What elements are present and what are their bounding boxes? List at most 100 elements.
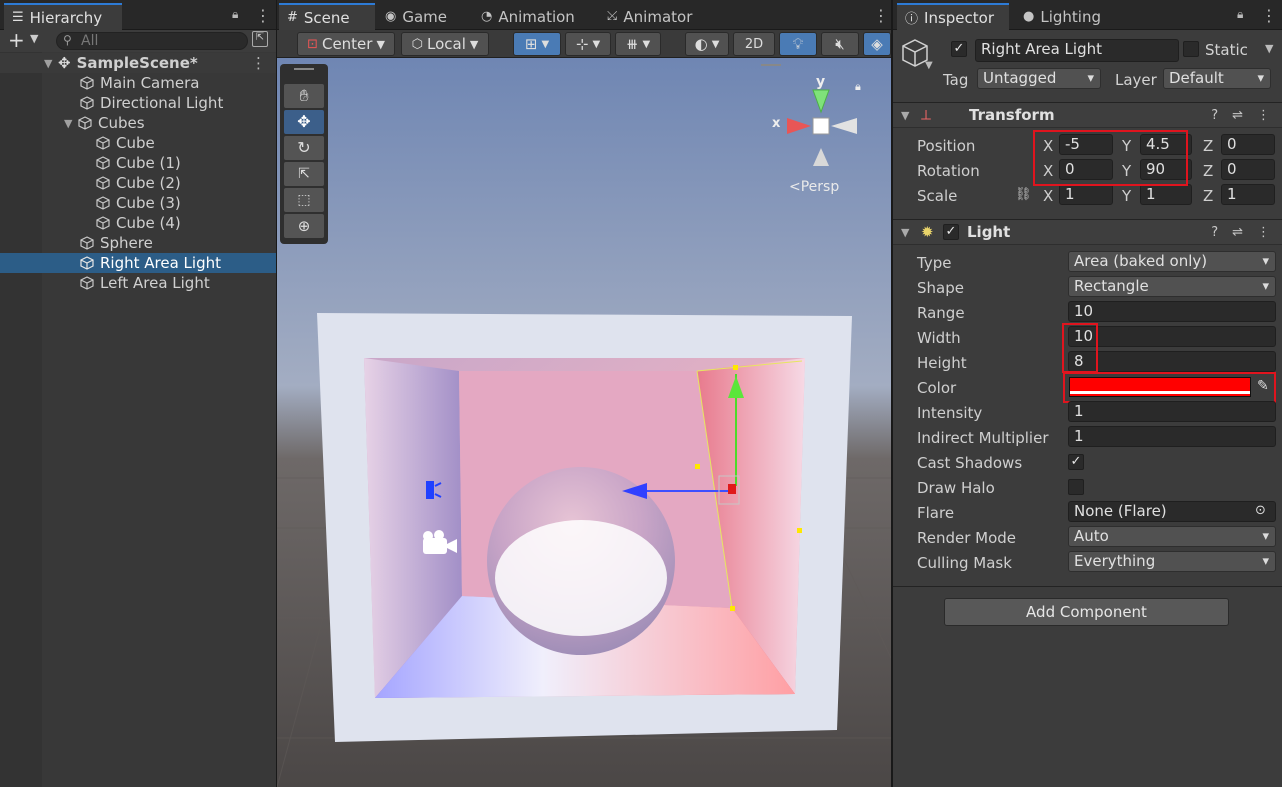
hierarchy-item-cube[interactable]: Cube (0, 133, 276, 153)
active-checkbox[interactable]: ✓ (951, 41, 967, 57)
scale-z-field[interactable]: 1 (1221, 184, 1275, 205)
hierarchy-item-cube-3[interactable]: Cube (3) (0, 193, 276, 213)
hierarchy-search-input[interactable]: ⚲ All (56, 32, 248, 50)
fold-arrow-icon[interactable]: ▼ (901, 109, 909, 122)
fold-arrow-icon[interactable]: ▼ (901, 226, 909, 239)
grid-visibility-button[interactable]: ⧻ ▼ (615, 32, 661, 56)
position-z-field[interactable]: 0 (1221, 134, 1275, 155)
object-picker-icon[interactable]: ⊙ (1255, 503, 1266, 518)
drag-handle[interactable] (294, 68, 314, 70)
mode-2d-button[interactable]: 2D (733, 32, 775, 56)
chevron-down-icon[interactable]: ▼ (30, 32, 38, 45)
rect-tool-button[interactable]: ⬚ (284, 188, 324, 212)
tab-inspector-label: Inspector (924, 8, 994, 27)
light-header[interactable]: ▼ ✹ ✓ Light ? ⇌ ⋮ (893, 219, 1282, 245)
projection-toggle[interactable]: <Persp (789, 179, 839, 195)
layer-dropdown[interactable]: Default (1163, 68, 1271, 89)
gizmo-drag-handle[interactable] (761, 64, 781, 66)
static-label: Static (1205, 41, 1248, 59)
icon-dropdown-arrow[interactable]: ▼ (925, 60, 933, 71)
scale-x-field[interactable]: 1 (1059, 184, 1113, 205)
axis-z-label: Z (1203, 187, 1214, 205)
tab-lighting[interactable]: ● Lighting (1015, 3, 1109, 30)
more-options-icon[interactable]: ⋮ (1261, 6, 1277, 25)
hierarchy-item-cubes[interactable]: ▼ Cubes (0, 113, 276, 133)
preset-icon[interactable]: ⇌ (1232, 108, 1243, 123)
culling-mask-dropdown[interactable]: Everything (1068, 551, 1276, 572)
lighting-toggle[interactable]: 💡︎ (779, 32, 817, 56)
hand-tool-button[interactable]: ✋︎ (284, 84, 324, 108)
lock-icon[interactable]: 🔒︎ (232, 7, 238, 22)
rotation-z-field[interactable]: 0 (1221, 159, 1275, 180)
component-more-icon[interactable]: ⋮ (1257, 108, 1270, 123)
hierarchy-item-directional-light[interactable]: Directional Light (0, 93, 276, 113)
lock-icon[interactable]: 🔒︎ (1237, 7, 1243, 22)
hierarchy-item-cube-2[interactable]: Cube (2) (0, 173, 276, 193)
move-tool-button[interactable]: ✥ (284, 110, 324, 134)
tab-hierarchy[interactable]: ☰ Hierarchy (4, 3, 122, 30)
add-icon[interactable]: + (8, 30, 25, 50)
static-dropdown-icon[interactable]: ▼ (1265, 42, 1273, 55)
object-name-input[interactable]: Right Area Light (975, 39, 1179, 62)
hierarchy-item-right-area-light[interactable]: Right Area Light (0, 253, 276, 273)
hierarchy-item-main-camera[interactable]: Main Camera (0, 73, 276, 93)
expand-arrow-icon[interactable]: ▼ (44, 57, 58, 70)
hierarchy-item-sphere[interactable]: Sphere (0, 233, 276, 253)
scene-viewport[interactable]: ✋︎ ✥ ↻ ⇱ ⬚ ⊕ 🔒︎ y x <Persp (277, 58, 891, 787)
scale-y-field[interactable]: 1 (1140, 184, 1192, 205)
static-checkbox[interactable] (1183, 41, 1199, 57)
gizmo-lock-icon[interactable]: 🔒︎ (855, 80, 861, 94)
hierarchy-item-cube-1[interactable]: Cube (1) (0, 153, 276, 173)
indirect-multiplier-field[interactable]: 1 (1068, 426, 1276, 447)
component-more-icon[interactable]: ⋮ (1257, 225, 1270, 240)
expand-arrow-icon[interactable]: ▼ (64, 117, 78, 130)
help-icon[interactable]: ? (1211, 225, 1218, 240)
cast-shadows-checkbox[interactable]: ✓ (1068, 454, 1084, 470)
more-options-icon[interactable]: ⋮ (255, 6, 271, 25)
scene-row[interactable]: ▼ ✥ SampleScene* ⋮ (0, 53, 276, 73)
preset-icon[interactable]: ⇌ (1232, 225, 1243, 240)
ruler-icon: ⧻ (625, 35, 639, 53)
type-dropdown[interactable]: Area (baked only) (1068, 251, 1276, 272)
grid-snap-icon: ⊞ (524, 35, 538, 53)
unity-scene-icon: ✥ (58, 54, 71, 72)
draw-halo-checkbox[interactable] (1068, 479, 1084, 495)
grid-snap-button[interactable]: ⊞ ▼ (513, 32, 561, 56)
increment-snap-button[interactable]: ⊹ ▼ (565, 32, 611, 56)
constrain-proportions-icon[interactable]: ⛓︎ (1015, 187, 1032, 202)
draw-mode-button[interactable]: ◐ ▼ (685, 32, 729, 56)
scene-search-icon[interactable]: ⇱ (252, 31, 268, 47)
pivot-dropdown[interactable]: ⊡ Center ▼ (297, 32, 395, 56)
tab-animation[interactable]: ◔ Animation (473, 3, 583, 30)
scale-tool-button[interactable]: ⇱ (284, 162, 324, 186)
space-dropdown[interactable]: ⬡ Local ▼ (401, 32, 489, 56)
scene-more-icon[interactable]: ⋮ (251, 54, 266, 72)
tab-scene[interactable]: # Scene (279, 3, 375, 30)
tag-dropdown[interactable]: Untagged (977, 68, 1101, 89)
add-component-button[interactable]: Add Component (944, 598, 1229, 626)
tab-game[interactable]: ◉ Game (377, 3, 455, 30)
scene-more-options-icon[interactable]: ⋮ (873, 6, 889, 25)
effects-toggle[interactable]: ◈ (863, 32, 891, 56)
transform-header[interactable]: ▼ ⟂ Transform ? ⇌ ⋮ (893, 102, 1282, 128)
audio-toggle[interactable]: 🔇︎ (821, 32, 859, 56)
transform-tool-button[interactable]: ⊕ (284, 214, 324, 238)
tab-animator[interactable]: ⤩ Animator (599, 3, 700, 30)
light-enabled-checkbox[interactable]: ✓ (943, 224, 959, 240)
shape-dropdown[interactable]: Rectangle (1068, 276, 1276, 297)
help-icon[interactable]: ? (1211, 108, 1218, 123)
hierarchy-item-label: Main Camera (100, 74, 200, 92)
flare-field[interactable]: None (Flare) (1068, 501, 1276, 522)
hierarchy-item-left-area-light[interactable]: Left Area Light (0, 273, 276, 293)
height-field[interactable]: 8 (1068, 351, 1276, 372)
gameobject-icon (96, 156, 110, 170)
rotate-tool-button[interactable]: ↻ (284, 136, 324, 160)
tab-hierarchy-label: Hierarchy (29, 8, 103, 27)
range-field[interactable]: 10 (1068, 301, 1276, 322)
intensity-field[interactable]: 1 (1068, 401, 1276, 422)
info-icon: ⓘ (905, 12, 919, 27)
render-mode-dropdown[interactable]: Auto (1068, 526, 1276, 547)
hierarchy-item-cube-4[interactable]: Cube (4) (0, 213, 276, 233)
tab-inspector[interactable]: ⓘ Inspector (897, 3, 1009, 30)
width-field[interactable]: 10 (1068, 326, 1276, 347)
